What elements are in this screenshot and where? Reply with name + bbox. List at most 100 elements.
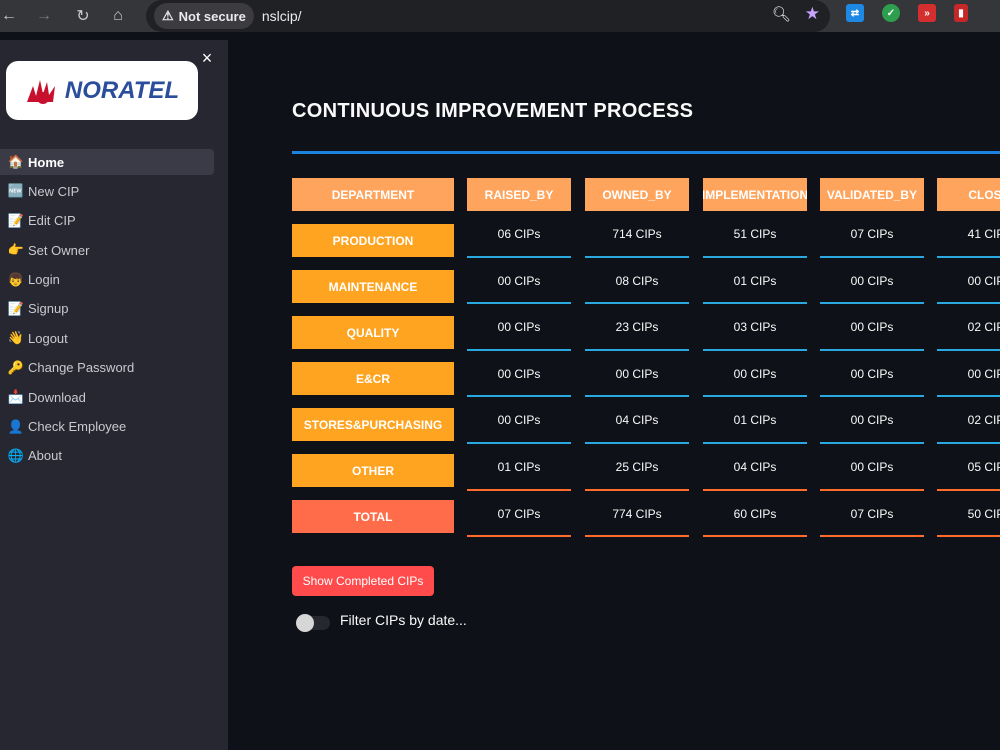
cell-value: 00 CIPs <box>615 366 659 381</box>
column-header: OWNED_BY <box>585 178 689 211</box>
user-face-icon: 👦 <box>7 271 25 287</box>
sidebar-item-login[interactable]: 👦 Login <box>0 267 214 293</box>
cell-value: 07 CIPs <box>850 506 894 521</box>
cell-value: 00 CIPs <box>497 413 541 428</box>
department-cell: OTHER <box>292 454 454 487</box>
close-sidebar-icon[interactable]: × <box>199 49 215 67</box>
sidebar-item-logout[interactable]: 👋 Logout <box>0 325 214 351</box>
department-cell: PRODUCTION <box>292 224 454 257</box>
sidebar-item-label: Home <box>28 154 65 170</box>
globe-icon: 🌐 <box>7 447 25 463</box>
cell-value: 00 CIPs <box>497 366 541 381</box>
table-cell: 41 CIPs <box>937 211 1000 258</box>
table-cell: 08 CIPs <box>585 258 689 305</box>
sidebar-item-edit-cip[interactable]: 📝 Edit CIP <box>0 208 214 234</box>
forward-icon[interactable]: → <box>18 0 70 32</box>
table-cell: 05 CIPs <box>937 444 1000 491</box>
table-cell: 714 CIPs <box>585 211 689 258</box>
sidebar-item-download[interactable]: 📩 Download <box>0 384 214 410</box>
sidebar-item-label: Signup <box>28 301 69 317</box>
cell-value: 00 CIPs <box>850 413 894 428</box>
security-label: Not secure <box>178 8 246 24</box>
key-icon: 🔑 <box>7 359 25 375</box>
table-cell: 02 CIPs <box>937 397 1000 444</box>
cell-value: 00 CIPs <box>850 459 894 474</box>
sidebar-item-new-cip[interactable]: 🆕 New CIP <box>0 178 214 204</box>
table-cell: 50 CIPs <box>937 491 1000 538</box>
sidebar: × NORATEL 🏠 Home 🆕 New CIP 📝 Edit CIP 👉 … <box>0 40 228 750</box>
cell-value: 03 CIPs <box>733 320 777 335</box>
sidebar-item-set-owner[interactable]: 👉 Set Owner <box>0 237 214 263</box>
toggle-knob[interactable] <box>296 614 314 632</box>
column-header: IMPLEMENTATION <box>703 178 807 211</box>
sidebar-item-signup[interactable]: 📝 Signup <box>0 296 214 322</box>
cell-value: 01 CIPs <box>733 273 777 288</box>
zoom-icon[interactable]: 🔍︎ <box>772 5 791 23</box>
extension-4-icon[interactable]: ▮ <box>954 4 968 22</box>
table-cell: 04 CIPs <box>703 444 807 491</box>
cell-value: 714 CIPs <box>612 227 662 241</box>
cell-value: 00 CIPs <box>967 273 1000 288</box>
sidebar-item-label: Download <box>28 389 86 405</box>
bookmark-star-icon[interactable]: ★ <box>805 4 820 24</box>
sidebar-item-label: New CIP <box>28 183 80 199</box>
table-cell: 60 CIPs <box>703 491 807 538</box>
sidebar-item-check-employee[interactable]: 👤 Check Employee <box>0 414 214 440</box>
table-cell: 00 CIPs <box>467 397 571 444</box>
close-column: CLOSE 41 CIPs 00 CIPs 02 CIPs 00 CIPs 02… <box>937 178 1000 537</box>
cell-value: 02 CIPs <box>967 320 1000 335</box>
new-badge-icon: 🆕 <box>7 183 25 199</box>
noratel-logo: NORATEL <box>6 61 198 120</box>
waving-hand-icon: 👋 <box>7 330 25 346</box>
edit-note-icon: 📝 <box>7 212 25 228</box>
table-cell: 00 CIPs <box>820 444 924 491</box>
date-filter-toggle[interactable] <box>296 614 330 632</box>
department-cell: STORES&PURCHASING <box>292 408 454 441</box>
cell-value: 02 CIPs <box>967 413 1000 428</box>
address-bar[interactable]: ⚠ Not secure nslcip/ 🔍︎ ★ <box>146 0 830 32</box>
show-completed-button[interactable]: Show Completed CIPs <box>292 566 434 596</box>
back-icon[interactable]: ← <box>0 0 18 32</box>
logo-text: NORATEL <box>64 76 180 104</box>
department-cell: QUALITY <box>292 316 454 349</box>
department-column: DEPARTMENT PRODUCTION MAINTENANCE QUALIT… <box>292 178 454 533</box>
cell-value: 08 CIPs <box>615 273 659 288</box>
cell-value: 25 CIPs <box>615 459 659 474</box>
cell-value: 00 CIPs <box>850 320 894 335</box>
security-chip[interactable]: ⚠ Not secure <box>154 3 254 29</box>
warning-icon: ⚠ <box>162 8 174 23</box>
close-column-inner: CLOSE 41 CIPs 00 CIPs 02 CIPs 00 CIPs 02… <box>937 178 1000 537</box>
extension-1-icon[interactable]: ⇄ <box>846 4 864 22</box>
column-header: VALIDATED_BY <box>820 178 924 211</box>
sidebar-item-change-password[interactable]: 🔑 Change Password <box>0 355 214 381</box>
cell-value: 00 CIPs <box>967 366 1000 381</box>
table-cell: 07 CIPs <box>820 211 924 258</box>
cell-value: 774 CIPs <box>612 506 662 521</box>
reload-icon[interactable]: ↻ <box>70 0 96 32</box>
sidebar-item-home[interactable]: 🏠 Home <box>0 149 214 175</box>
cell-value: 00 CIPs <box>850 273 894 288</box>
cell-value: 00 CIPs <box>733 366 777 381</box>
sidebar-item-about[interactable]: 🌐 About <box>0 443 214 469</box>
sidebar-item-label: Set Owner <box>28 242 90 258</box>
home-icon[interactable]: ⌂ <box>96 0 140 32</box>
cell-value: 50 CIPs <box>967 506 1000 521</box>
sidebar-item-label: Login <box>28 272 60 288</box>
extension-3-icon[interactable]: » <box>918 4 936 22</box>
logo-mark-icon <box>26 79 55 104</box>
table-cell: 04 CIPs <box>585 397 689 444</box>
cell-value: 60 CIPs <box>733 506 777 521</box>
url-text[interactable]: nslcip/ <box>262 8 302 24</box>
total-cell: TOTAL <box>292 500 454 533</box>
shield-extension-icon[interactable]: ✓ <box>882 4 900 22</box>
column-header: CLOSE <box>937 178 1000 211</box>
pointing-hand-icon: 👉 <box>7 242 25 258</box>
sidebar-item-label: Check Employee <box>28 419 127 435</box>
table-cell: 00 CIPs <box>467 258 571 305</box>
table-cell: 00 CIPs <box>820 351 924 398</box>
validated-by-column: VALIDATED_BY 07 CIPs 00 CIPs 00 CIPs 00 … <box>820 178 924 537</box>
table-cell: 07 CIPs <box>820 491 924 538</box>
cell-value: 04 CIPs <box>733 459 777 474</box>
cell-value: 01 CIPs <box>733 413 777 428</box>
cell-value: 01 CIPs <box>497 459 541 474</box>
